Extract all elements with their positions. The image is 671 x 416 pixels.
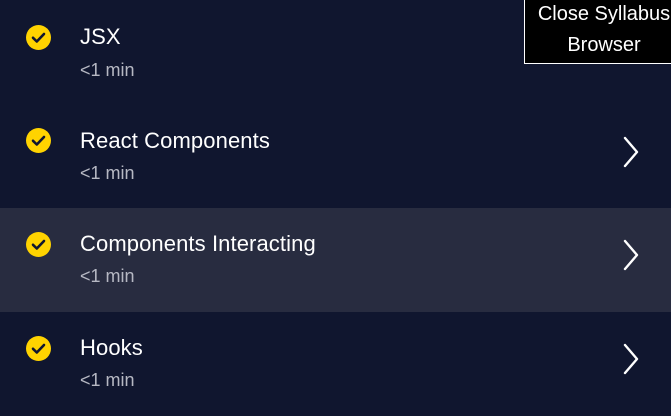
check-circle-icon bbox=[26, 128, 51, 153]
lesson-item-components-interacting[interactable]: Components Interacting <1 min bbox=[0, 208, 671, 312]
lesson-duration: <1 min bbox=[80, 163, 135, 183]
lesson-duration: <1 min bbox=[80, 266, 135, 286]
close-syllabus-tooltip: Close Syllabus Browser bbox=[524, 0, 671, 64]
lesson-duration: <1 min bbox=[80, 370, 135, 390]
lesson-title: Hooks bbox=[80, 335, 143, 360]
lesson-title: React Components bbox=[80, 128, 270, 153]
lesson-item-hooks[interactable]: Hooks <1 min bbox=[0, 312, 671, 416]
lesson-title: Components Interacting bbox=[80, 231, 316, 256]
tooltip-line-2: Browser bbox=[567, 34, 641, 56]
lesson-title: JSX bbox=[80, 24, 121, 49]
check-circle-icon bbox=[26, 232, 51, 257]
lesson-item-react-components[interactable]: React Components <1 min bbox=[0, 90, 671, 194]
chevron-right-icon[interactable] bbox=[620, 238, 642, 272]
tooltip-line-1: Close Syllabus bbox=[537, 3, 671, 25]
chevron-right-icon[interactable] bbox=[620, 342, 642, 376]
check-circle-icon bbox=[26, 25, 51, 50]
lesson-duration: <1 min bbox=[80, 60, 135, 80]
check-circle-icon bbox=[26, 336, 51, 361]
chevron-right-icon[interactable] bbox=[620, 135, 642, 169]
